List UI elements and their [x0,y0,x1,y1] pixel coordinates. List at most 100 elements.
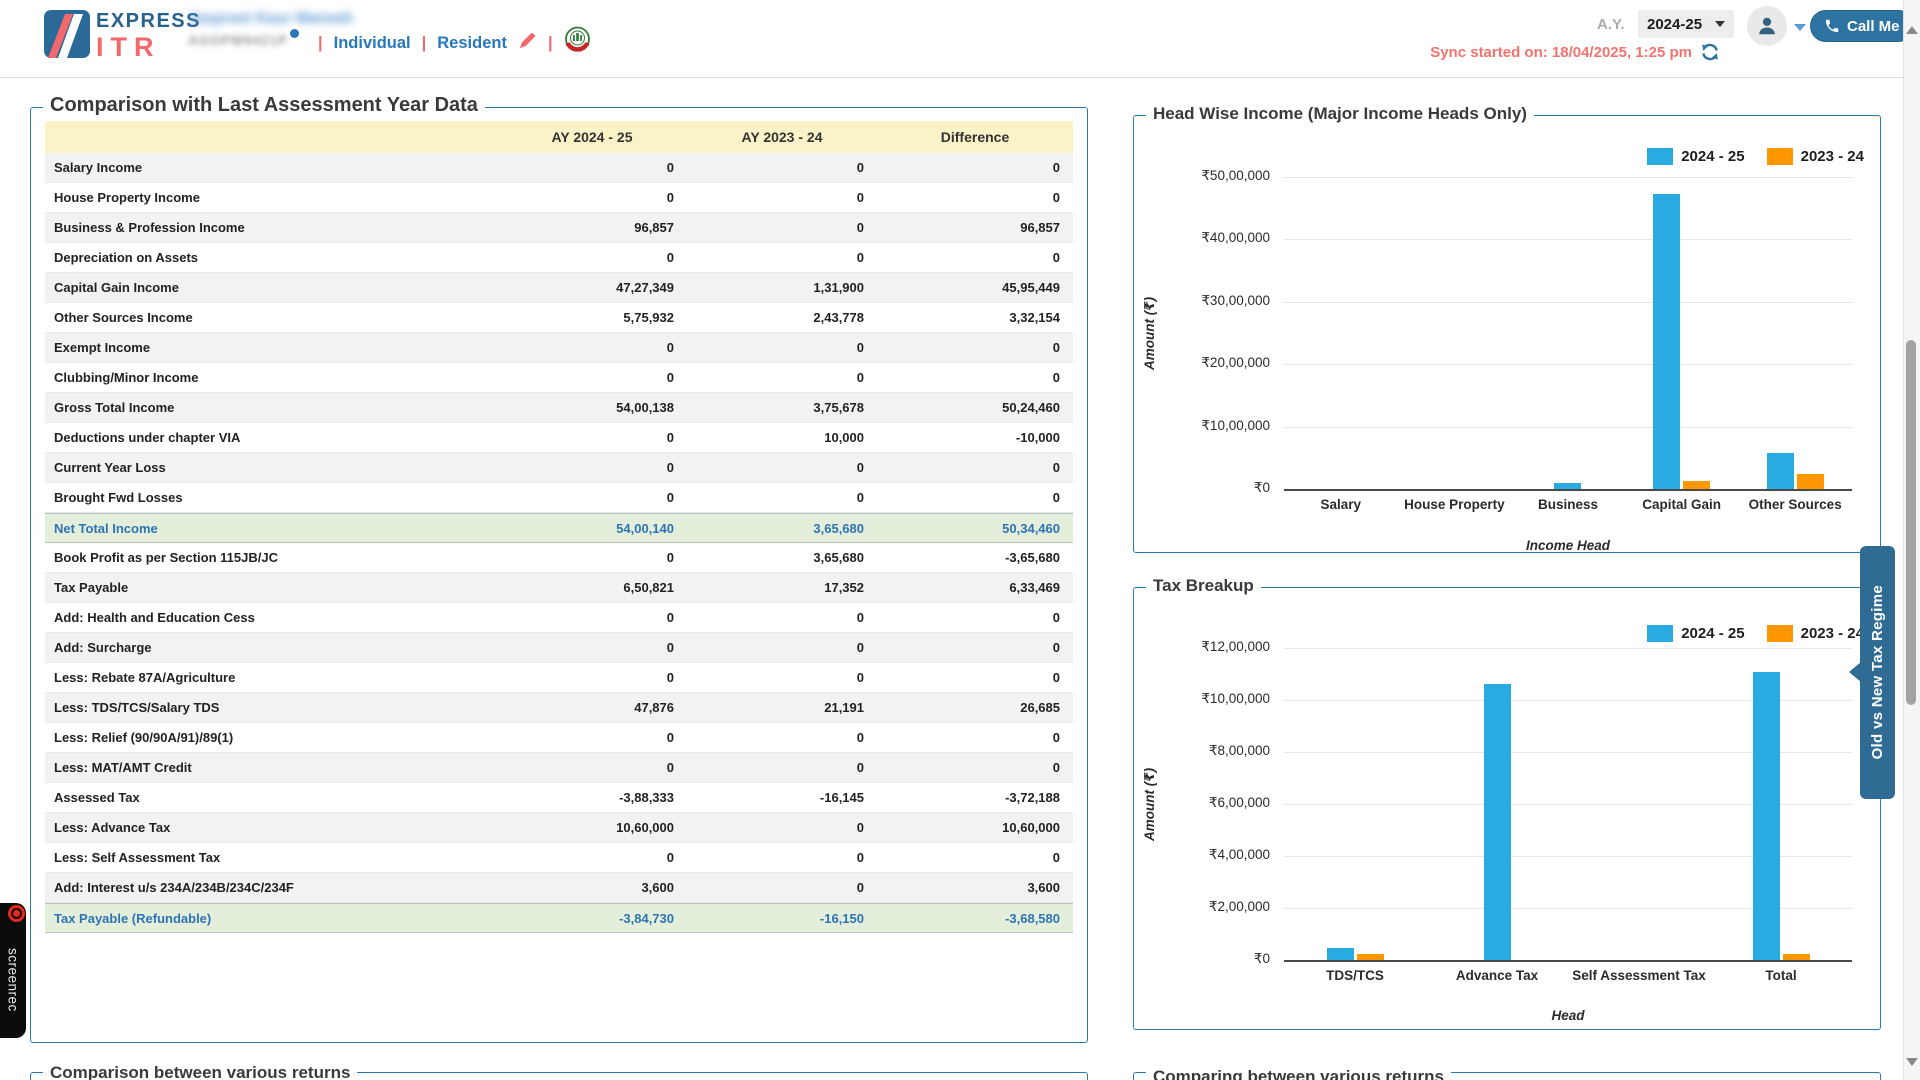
call-me-button[interactable]: Call Me [1810,10,1914,42]
bar-2024-25 [1327,948,1354,960]
sync-refresh-icon[interactable] [1700,42,1720,67]
bar-group [1568,648,1710,960]
user-avatar[interactable] [1747,6,1787,46]
cell-value: 17,352 [687,580,877,595]
cell-value: 0 [687,340,877,355]
cell-value: -3,84,730 [497,911,687,926]
comparing-returns-title: Comparing between various returns [1146,1067,1451,1080]
bar-2023-24 [1783,954,1810,960]
legend-item: 2024 - 25 [1647,625,1744,642]
y-tick-label: ₹40,00,000 [1134,230,1270,246]
cell-value: 96,857 [877,220,1073,235]
cell-value: 54,00,140 [497,521,687,536]
cell-value: 47,876 [497,700,687,715]
express-itr-logo-icon [44,10,90,63]
y-tick-label: ₹10,00,000 [1134,691,1270,707]
legend-swatch [1647,148,1673,165]
table-row: Assessed Tax-3,88,333-16,145-3,72,188 [45,783,1073,813]
chart-title: Tax Breakup [1146,576,1261,596]
y-tick-label: ₹0 [1134,951,1270,967]
comparison-returns-panel: Comparison between various returns [30,1072,1088,1080]
comparison-table: AY 2024 - 25 AY 2023 - 24 Difference Sal… [45,121,1073,933]
x-category-label: TDS/TCS [1284,968,1426,985]
table-row: Net Total Income54,00,1403,65,68050,34,4… [45,513,1073,543]
chevron-down-icon [1715,21,1725,27]
row-label: Other Sources Income [45,310,497,325]
x-category-label: House Property [1398,497,1512,514]
cell-value: 10,60,000 [497,820,687,835]
cell-value: 0 [497,670,687,685]
row-label: Net Total Income [45,521,497,536]
table-row: Capital Gain Income47,27,3491,31,90045,9… [45,273,1073,303]
old-vs-new-tax-regime-tab[interactable]: Old vs New Tax Regime [1860,546,1895,799]
legend-item: 2023 - 24 [1767,625,1864,642]
header-ay-2023-24: AY 2023 - 24 [687,129,877,145]
cell-value: 3,600 [497,880,687,895]
cell-value: 0 [877,490,1073,505]
cell-value: 0 [687,250,877,265]
cell-value: -3,88,333 [497,790,687,805]
cell-value: 0 [687,460,877,475]
cell-value: 0 [687,670,877,685]
cell-value: 0 [687,160,877,175]
cell-value: 0 [877,760,1073,775]
status-resident: Resident [437,34,507,53]
row-label: Add: Surcharge [45,640,497,655]
cell-value: 50,24,460 [877,400,1073,415]
plot-area [1284,177,1852,491]
cell-value: 0 [877,190,1073,205]
x-axis-title: Income Head [1284,538,1852,553]
y-tick-label: ₹10,00,000 [1134,418,1270,434]
logo-text: EXPRESS ITR [96,11,201,61]
cell-value: -3,68,580 [877,911,1073,926]
y-tick-label: ₹12,00,000 [1134,639,1270,655]
row-label: Deductions under chapter VIA [45,430,497,445]
comparison-panel-title: Comparison with Last Assessment Year Dat… [43,94,485,117]
y-tick-label: ₹50,00,000 [1134,168,1270,184]
assessment-year-label: A.Y. [1597,16,1625,33]
table-row: Clubbing/Minor Income000 [45,363,1073,393]
header-ay-2024-25: AY 2024 - 25 [497,129,687,145]
cell-value: 0 [497,190,687,205]
separator: | [318,34,323,53]
legend-label: 2023 - 24 [1801,625,1864,642]
cell-value: 10,60,000 [877,820,1073,835]
x-axis-title: Head [1284,1008,1852,1023]
scrollbar-thumb[interactable] [1906,340,1916,705]
screenrec-widget[interactable]: screenrec [0,903,26,1038]
row-label: Depreciation on Assets [45,250,497,265]
tab-arrow-left-icon [1849,662,1861,682]
legend-label: 2024 - 25 [1681,625,1744,642]
scrollbar-down-arrow[interactable] [1906,1058,1918,1066]
x-category-label: Business [1511,497,1625,514]
bar-2024-25 [1753,672,1780,960]
table-row: Brought Fwd Losses000 [45,483,1073,513]
tax-breakup-panel: Tax Breakup 2024 - 252023 - 24 Head Amou… [1133,587,1881,1030]
y-tick-label: ₹2,00,000 [1134,899,1270,915]
cell-value: 0 [877,460,1073,475]
avatar-dropdown-caret[interactable] [1794,24,1806,31]
x-category-label: Capital Gain [1625,497,1739,514]
bar-group [1738,177,1852,489]
cell-value: 0 [687,190,877,205]
cell-value: 45,95,449 [877,280,1073,295]
row-label: Assessed Tax [45,790,497,805]
edit-pencil-icon[interactable] [518,31,537,55]
table-row: Salary Income000 [45,153,1073,183]
cell-value: 0 [877,730,1073,745]
row-label: Less: Self Assessment Tax [45,850,497,865]
assessment-year-select[interactable]: 2024-25 [1638,10,1734,38]
cell-value: 0 [687,760,877,775]
assessment-year-value: 2024-25 [1647,16,1702,33]
cell-value: 0 [687,490,877,505]
row-label: Business & Profession Income [45,220,497,235]
cell-value: -16,145 [687,790,877,805]
scrollbar-up-arrow[interactable] [1906,26,1918,34]
row-label: Less: TDS/TCS/Salary TDS [45,700,497,715]
bar-group [1511,177,1625,489]
row-label: Less: Relief (90/90A/91)/89(1) [45,730,497,745]
client-pan: AGOPM9421P [188,33,288,49]
legend-label: 2024 - 25 [1681,148,1744,165]
income-tax-emblem-icon[interactable] [564,26,591,60]
table-row: Gross Total Income54,00,1383,75,67850,24… [45,393,1073,423]
